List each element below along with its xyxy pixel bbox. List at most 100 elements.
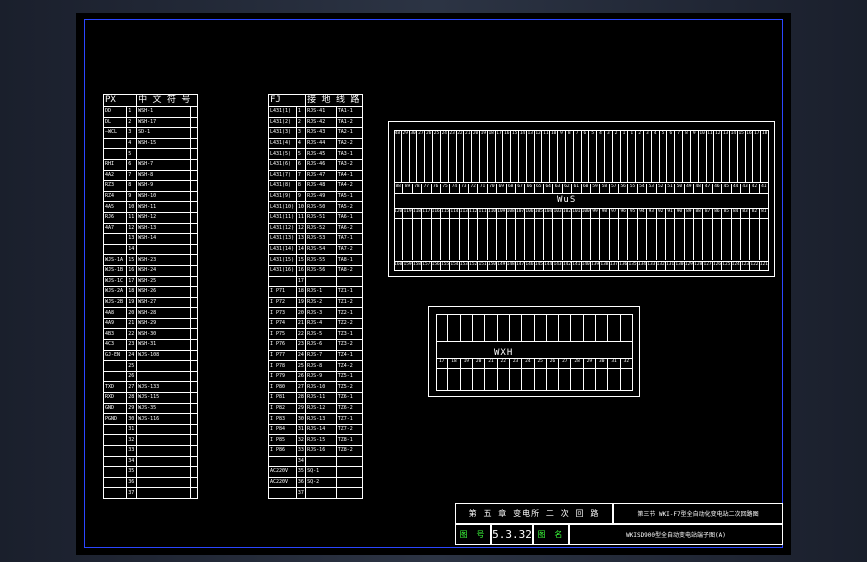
terminal-number-cell: 143	[553, 262, 563, 271]
terminal-slot	[460, 218, 469, 260]
terminal-slot	[699, 140, 707, 182]
wire-id	[136, 476, 192, 489]
terminal-slot	[527, 140, 535, 182]
terminal-number-cell: 76	[432, 184, 441, 193]
terminal-number-cell: 50	[675, 184, 685, 193]
note: TA3-1	[335, 148, 364, 160]
table-row: L431(3) 3 RJS-43 TA2-1	[268, 127, 364, 139]
note: TA4-1	[335, 169, 364, 182]
table-row: RJ6 11 WSH-12	[102, 211, 198, 224]
table-row: L431(13) 13 RJS-53 TA7-1	[268, 233, 364, 245]
terminal-number-cell: 110	[488, 209, 498, 218]
terminal-number-cell: 30	[596, 359, 609, 368]
terminal-slot	[525, 218, 535, 260]
table-row: GND 29 WJS-35	[102, 402, 198, 415]
table-row: L431(10) 10 RJS-50 TA5-2	[268, 201, 364, 213]
terminal-number-cell: 22	[457, 131, 465, 140]
terminal-code: I P77	[268, 349, 297, 362]
terminal-slot	[559, 315, 572, 341]
terminal-slot	[413, 218, 423, 260]
terminal-number-cell: 147	[516, 262, 526, 271]
terminal-slot	[685, 218, 694, 260]
terminal-slot	[441, 140, 449, 182]
note	[335, 466, 364, 478]
wire-id: WSH-12	[136, 211, 192, 224]
terminal-number-cell: 15	[511, 131, 519, 140]
table-row: RXD 28 WJS-115	[102, 392, 198, 404]
wire-id: RJS-41	[305, 106, 337, 118]
wire-id: WSH-7	[136, 158, 192, 171]
terminal-code: L431(1)	[268, 106, 297, 118]
terminal-number: 22	[295, 328, 307, 341]
terminal-slot	[469, 218, 479, 260]
terminal-number-cell: 17	[436, 359, 449, 368]
terminal-slot	[621, 315, 633, 341]
terminal-slot	[652, 140, 660, 182]
terminal-number: 22	[126, 328, 138, 341]
terminal-code	[268, 455, 297, 468]
terminal-number-cell: 138	[600, 262, 610, 271]
terminal-number-cell: 117	[422, 209, 432, 218]
terminal-number: 19	[126, 296, 138, 309]
terminal-slot	[675, 140, 684, 182]
note	[190, 317, 198, 330]
terminal-number-cell: 10	[699, 131, 707, 140]
wxh-lower-block	[436, 368, 633, 390]
terminal-number-cell: 16	[746, 131, 754, 140]
terminal-slot	[582, 218, 591, 260]
terminal-number: 26	[126, 370, 138, 383]
table-row: L431(11) 11 RJS-51 TA6-1	[268, 211, 364, 224]
terminal-slot	[522, 315, 535, 341]
note: TZ6-2	[335, 402, 364, 415]
note: TZ2-2	[335, 317, 364, 330]
note	[190, 233, 198, 245]
note	[190, 455, 198, 468]
terminal-number-cell: 95	[628, 209, 638, 218]
terminal-number-cell: 2	[636, 131, 644, 140]
terminal-code	[102, 434, 128, 446]
terminal-number-cell: 41	[760, 184, 769, 193]
terminal-number-cell: 112	[469, 209, 479, 218]
wire-id: RJS-56	[305, 264, 337, 277]
wire-id: RJS-49	[305, 190, 337, 203]
wire-id: RJS-3	[305, 307, 337, 319]
wire-id: WSH-10	[136, 190, 192, 203]
terminal-number-cell: 120	[394, 209, 404, 218]
terminal-number: 27	[126, 381, 138, 394]
wire-id: RJS-55	[305, 254, 337, 266]
terminal-slot	[667, 140, 676, 182]
table-row: 4C3 23 WSH-31	[102, 339, 198, 351]
table-row: L431(1) 1 RJS-41 TA1-1	[268, 106, 364, 118]
terminal-number: 34	[126, 455, 138, 468]
terminal-number: 37	[126, 487, 138, 499]
wus-upper-block	[394, 140, 769, 183]
terminal-number: 20	[126, 307, 138, 319]
terminal-number-cell: 130	[675, 262, 685, 271]
terminal-number: 2	[126, 116, 138, 129]
terminal-slot	[608, 368, 621, 390]
note	[190, 434, 198, 446]
terminal-number-cell: 29	[402, 131, 410, 140]
note	[190, 392, 198, 404]
terminal-slot	[553, 218, 563, 260]
terminal-code: WJS-2A	[102, 286, 128, 298]
note: TZ7-1	[335, 413, 364, 425]
terminal-slot	[666, 218, 676, 260]
terminal-number: 23	[126, 339, 138, 351]
terminal-number-cell: 20	[473, 359, 486, 368]
terminal-slot	[760, 218, 769, 260]
terminal-number-cell: 51	[666, 184, 676, 193]
note: TZ3-1	[335, 328, 364, 341]
wire-id	[136, 243, 192, 256]
terminal-number-cell: 109	[497, 209, 507, 218]
terminal-number-cell: 3	[644, 131, 652, 140]
note: TA5-2	[335, 201, 364, 213]
terminal-number-cell: 21	[485, 359, 498, 368]
terminal-slot	[550, 140, 559, 182]
table-row: 13 WSH-14	[102, 233, 198, 245]
note	[335, 455, 364, 468]
terminal-number-cell: 67	[516, 184, 526, 193]
terminal-slot	[613, 140, 621, 182]
wire-id: WSH-26	[136, 286, 192, 298]
terminal-code	[268, 275, 297, 288]
